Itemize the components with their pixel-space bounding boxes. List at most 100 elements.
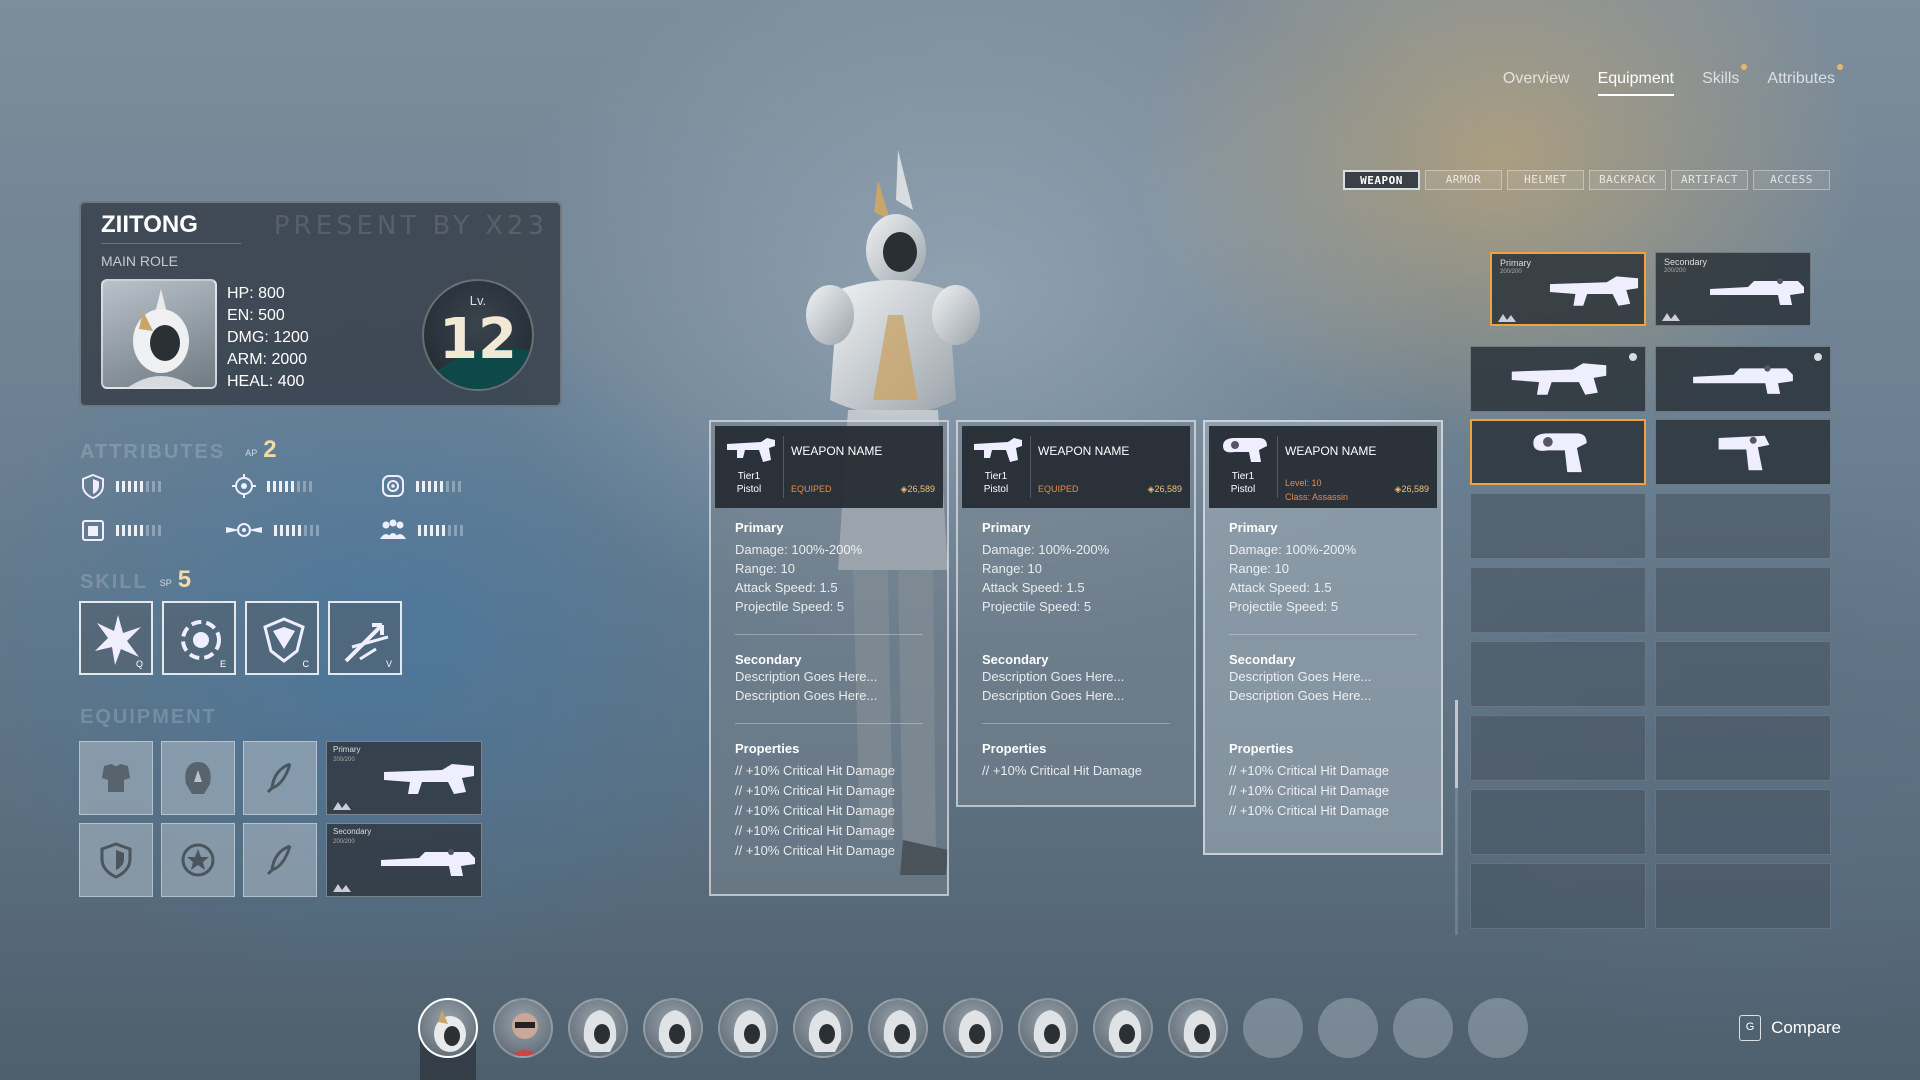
compare-button[interactable]: G Compare [1739,1015,1841,1041]
property-line: // +10% Critical Hit Damage [735,843,896,858]
subtab-access[interactable]: ACCESS [1753,170,1830,190]
inventory-slot-empty[interactable] [1655,863,1831,929]
hooded-avatar-icon [1183,1010,1217,1052]
subtab-armor[interactable]: ARMOR [1425,170,1502,190]
hotkey-icon: G [1739,1015,1762,1041]
divider [1229,634,1417,635]
attribute-wings[interactable] [224,517,319,543]
weapon-detail-card[interactable]: Tier1 Pistol WEAPON NAME EQUIPED ◈26,589 … [956,420,1196,807]
divider [1229,723,1417,724]
inventory-slot-empty[interactable] [1655,641,1831,707]
new-item-dot [1814,353,1822,361]
equipment-slot-accessory-2[interactable] [243,823,317,897]
character-avatar-empty[interactable] [1393,998,1453,1058]
inventory-equipped-secondary[interactable]: Secondary 200/200 [1655,252,1811,326]
character-avatar[interactable] [868,998,928,1058]
properties-heading: Properties [982,741,1047,756]
pistol-icon [974,438,1022,462]
inventory-slot-empty[interactable] [1470,715,1646,781]
hooded-avatar-icon [1033,1010,1067,1052]
inventory-slot-empty[interactable] [1470,641,1646,707]
equipment-slot-shield[interactable] [79,823,153,897]
inventory-slot[interactable] [1470,346,1646,412]
skill-slot-q[interactable]: Q [79,601,153,675]
inventory-slot-empty[interactable] [1470,567,1646,633]
inventory-slot-empty[interactable] [1655,789,1831,855]
inventory-equipped-primary[interactable]: Primary 200/200 [1490,252,1646,326]
character-avatar[interactable] [1168,998,1228,1058]
tab-skills[interactable]: Skills [1702,64,1748,96]
character-avatar[interactable] [1018,998,1078,1058]
character-avatar-empty[interactable] [1468,998,1528,1058]
primary-line: Attack Speed: 1.5 [735,580,838,595]
card-header: Tier1 Pistol WEAPON NAME Level: 10 Class: … [1209,426,1437,508]
property-line: // +10% Critical Hit Damage [735,763,896,778]
inventory-slot-empty[interactable] [1655,493,1831,559]
subtab-helmet[interactable]: HELMET [1507,170,1584,190]
tab-overview[interactable]: Overview [1503,70,1570,96]
weapon-detail-card[interactable]: Tier1 Pistol WEAPON NAME Level: 10 Class: … [1203,420,1443,855]
shield-icon [100,842,132,879]
blaster-icon [381,849,475,876]
primary-heading: Primary [982,520,1031,535]
character-avatar[interactable] [493,998,553,1058]
character-avatar[interactable] [568,998,628,1058]
subtab-artifact[interactable]: ARTIFACT [1671,170,1748,190]
compare-label: Compare [1771,1018,1841,1037]
subtab-weapon[interactable]: WEAPON [1343,170,1420,190]
character-avatar-empty[interactable] [1243,998,1303,1058]
attribute-atom[interactable] [380,473,461,499]
equipment-slot-artifact[interactable] [161,823,235,897]
character-avatar[interactable] [943,998,1003,1058]
hotkey-label: C [302,659,310,669]
inventory-slot[interactable] [1655,419,1831,485]
inventory-slot-empty[interactable] [1655,567,1831,633]
character-avatar[interactable] [643,998,703,1058]
skill-slot-e[interactable]: E [162,601,236,675]
character-avatar[interactable] [793,998,853,1058]
equipment-slot-primary-weapon[interactable]: Primary 200/200 [326,741,482,815]
equipment-slot-helmet[interactable] [161,741,235,815]
hotkey-label: V [385,659,392,669]
property-line: // +10% Critical Hit Damage [735,803,896,818]
attribute-backpack[interactable] [80,517,161,543]
inventory-slot-empty[interactable] [1470,863,1646,929]
inventory-slot-selected[interactable] [1470,419,1646,485]
tier-mountain-icon [333,884,351,892]
rifle-icon [384,764,474,794]
blaster-pistol-icon [1533,433,1587,473]
primary-line: Projectile Speed: 5 [735,599,845,614]
equipment-slot-accessory-1[interactable] [243,741,317,815]
weapon-detail-card[interactable]: Tier1 Pistol WEAPON NAME EQUIPED ◈26,589 … [709,420,949,896]
tier-type-label: Tier1 Pistol [1230,471,1256,495]
stat-heal: HEAL: 400 [227,373,305,390]
inventory-slot-empty[interactable] [1470,493,1646,559]
stat-arm: ARM: 2000 [227,351,308,368]
tab-equipment[interactable]: Equipment [1597,70,1675,96]
equipment-slot-secondary-weapon[interactable]: Secondary 200/200 [326,823,482,897]
skill-slot-v[interactable]: V [328,601,402,675]
property-line: // +10% Critical Hit Damage [735,783,896,798]
inventory-slot-empty[interactable] [1470,789,1646,855]
character-avatar-selected[interactable] [418,998,478,1058]
team-icon [380,519,406,539]
watermark: PRESENT BY X23 [273,211,548,241]
inventory-scrollbar-thumb[interactable] [1455,700,1458,788]
character-avatar-empty[interactable] [1318,998,1378,1058]
attribute-team[interactable] [378,517,463,543]
character-avatar[interactable] [1093,998,1153,1058]
attribute-gear[interactable] [231,473,312,499]
skill-slot-c[interactable]: C [245,601,319,675]
equipment-slot-armor[interactable] [79,741,153,815]
character-avatar[interactable] [718,998,778,1058]
tier-mountain-icon [333,802,351,810]
inventory-slot[interactable] [1655,346,1831,412]
subtab-backpack[interactable]: BACKPACK [1589,170,1666,190]
tab-attributes[interactable]: Attributes [1767,64,1843,96]
divider [1030,436,1031,498]
attribute-shield[interactable] [80,473,161,499]
secondary-heading: Secondary [1229,652,1296,667]
inventory-slot-empty[interactable] [1655,715,1831,781]
level-badge: Lv. 12 [422,279,534,391]
card-body: Primary Damage: 100%-200% Range: 10 Atta… [735,520,923,861]
